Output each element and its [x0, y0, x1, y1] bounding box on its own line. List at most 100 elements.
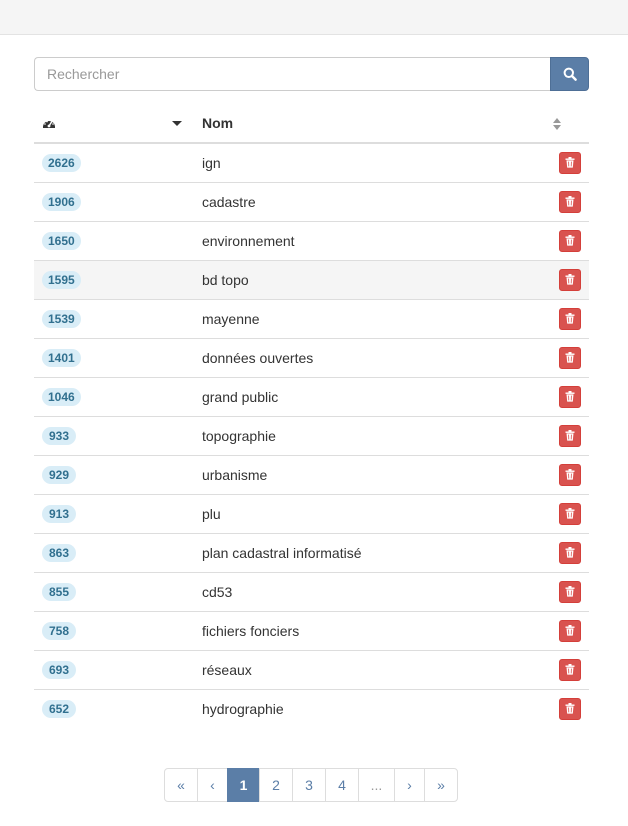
table-row: 758 fichiers fonciers [34, 610, 589, 650]
keyword-name: topographie [201, 427, 276, 444]
keyword-name: cd53 [201, 583, 233, 600]
trash-icon [565, 547, 575, 558]
trash-icon [565, 274, 575, 285]
action-cell [549, 376, 589, 416]
delete-button[interactable] [559, 268, 581, 291]
page-prev-button[interactable]: ‹ [197, 768, 228, 802]
count-badge: 929 [42, 465, 76, 484]
keyword-name: ign [201, 154, 221, 171]
page-first-button[interactable]: « [164, 768, 198, 802]
top-bar [0, 0, 628, 35]
trash-icon [565, 508, 575, 519]
delete-button[interactable] [559, 307, 581, 330]
count-badge: 693 [42, 660, 76, 679]
delete-button[interactable] [559, 502, 581, 525]
count-cell: 1595 [34, 259, 188, 299]
action-cell [549, 415, 589, 455]
action-cell [549, 220, 589, 260]
name-cell: urbanisme [187, 454, 549, 494]
count-cell: 933 [34, 415, 188, 455]
delete-button[interactable] [559, 385, 581, 408]
count-badge: 758 [42, 621, 76, 640]
delete-button[interactable] [559, 619, 581, 642]
count-badge: 1906 [42, 192, 81, 211]
action-cell [549, 532, 589, 572]
count-badge: 855 [42, 582, 76, 601]
keyword-name: réseaux [201, 661, 252, 678]
keyword-name: environnement [201, 232, 295, 249]
keyword-name: cadastre [201, 193, 256, 210]
table-header: Nom [34, 104, 589, 144]
trash-icon [565, 391, 575, 402]
table-row: 1401 données ouvertes [34, 337, 589, 377]
name-cell: hydrographie [187, 688, 549, 728]
trash-icon [565, 430, 575, 441]
count-badge: 863 [42, 543, 76, 562]
trash-icon [565, 157, 575, 168]
name-cell: cd53 [187, 571, 549, 611]
delete-button[interactable] [559, 541, 581, 564]
table-row: 929 urbanisme [34, 454, 589, 494]
name-column-header[interactable]: Nom [187, 104, 549, 144]
sort-desc-icon [171, 120, 182, 126]
count-cell: 1650 [34, 220, 188, 260]
table-row: 1595 bd topo [34, 259, 589, 299]
count-cell: 913 [34, 493, 188, 533]
page-4-button[interactable]: 4 [325, 768, 359, 802]
count-badge: 1595 [42, 270, 81, 289]
search-button[interactable] [550, 57, 589, 91]
delete-button[interactable] [559, 580, 581, 603]
page-2-button[interactable]: 2 [259, 768, 293, 802]
keyword-name: données ouvertes [201, 349, 314, 366]
page-1-button[interactable]: 1 [227, 768, 260, 802]
count-cell: 1046 [34, 376, 188, 416]
sort-both-icon [553, 118, 561, 131]
table-row: 855 cd53 [34, 571, 589, 611]
keyword-name: plan cadastral informatisé [201, 544, 362, 561]
count-column-header[interactable] [34, 104, 188, 144]
name-sort-toggle[interactable] [549, 104, 589, 144]
count-cell: 693 [34, 649, 188, 689]
name-cell: données ouvertes [187, 337, 549, 377]
action-cell [549, 454, 589, 494]
table-row: 1539 mayenne [34, 298, 589, 338]
table-row: 652 hydrographie [34, 688, 589, 728]
delete-button[interactable] [559, 190, 581, 213]
action-cell [549, 143, 589, 182]
action-cell [549, 610, 589, 650]
action-cell [549, 688, 589, 728]
count-cell: 1539 [34, 298, 188, 338]
name-cell: cadastre [187, 181, 549, 221]
trash-icon [565, 196, 575, 207]
keyword-name: bd topo [201, 271, 249, 288]
trash-icon [565, 625, 575, 636]
search-icon [563, 67, 577, 81]
delete-button[interactable] [559, 424, 581, 447]
count-cell: 652 [34, 688, 188, 728]
search-input[interactable] [34, 57, 550, 91]
page-last-button[interactable]: » [424, 768, 458, 802]
count-badge: 1650 [42, 231, 81, 250]
search-group [34, 57, 589, 91]
delete-button[interactable] [559, 658, 581, 681]
count-badge: 1401 [42, 348, 81, 367]
name-cell: topographie [187, 415, 549, 455]
table-row: 693 réseaux [34, 649, 589, 689]
name-column-label: Nom [201, 115, 234, 131]
name-cell: grand public [187, 376, 549, 416]
count-cell: 863 [34, 532, 188, 572]
table-row: 863 plan cadastral informatisé [34, 532, 589, 572]
action-cell [549, 571, 589, 611]
delete-button[interactable] [559, 346, 581, 369]
delete-button[interactable] [559, 463, 581, 486]
count-cell: 1401 [34, 337, 188, 377]
page-next-button[interactable]: › [394, 768, 425, 802]
delete-button[interactable] [559, 229, 581, 252]
page-3-button[interactable]: 3 [292, 768, 326, 802]
delete-button[interactable] [559, 697, 581, 720]
table-row: 2626 ign [34, 143, 589, 182]
name-cell: ign [188, 143, 549, 182]
delete-button[interactable] [559, 151, 581, 174]
table-row: 1650 environnement [34, 220, 589, 260]
keywords-table: Nom 2626 ign 1906 cadastre 1650 environnement… [34, 104, 589, 728]
